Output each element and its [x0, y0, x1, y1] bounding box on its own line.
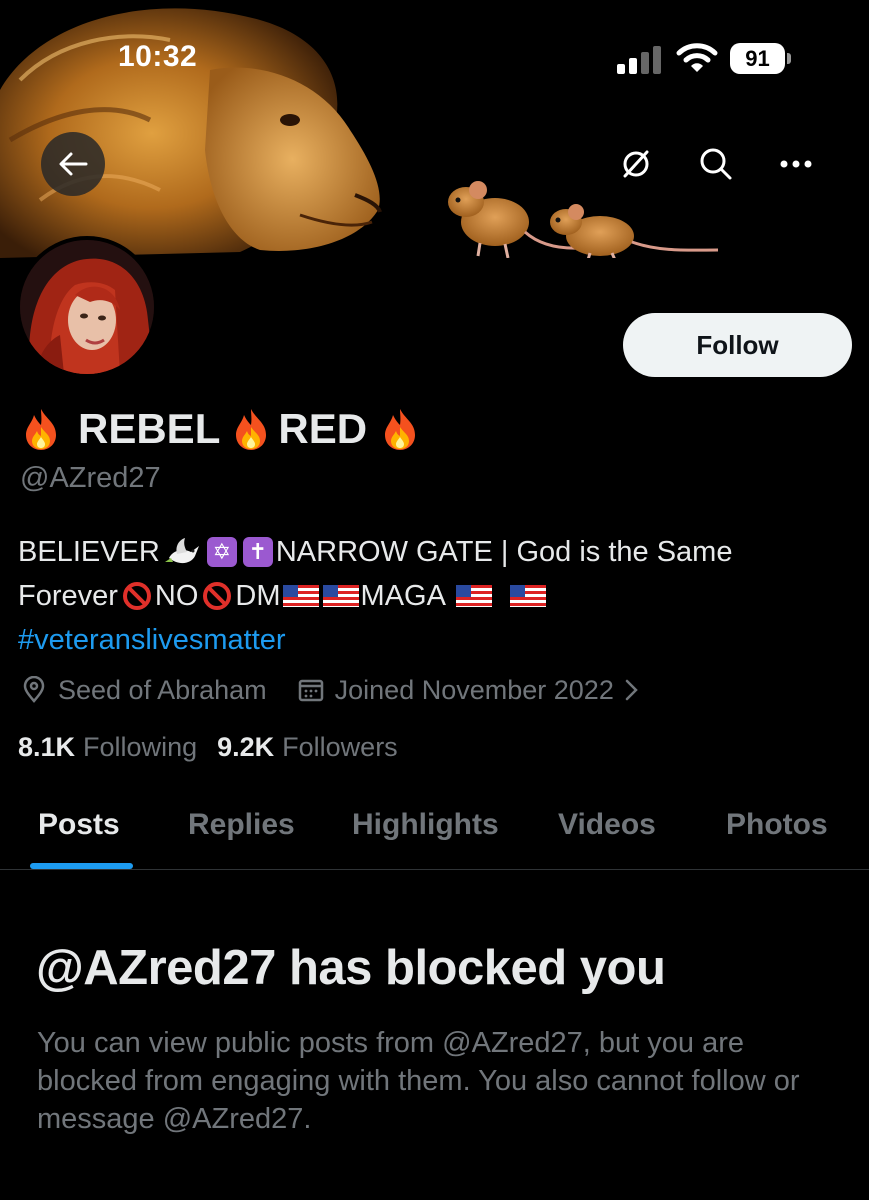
- profile-joined[interactable]: Joined November 2022: [297, 675, 642, 706]
- notifications-off-button[interactable]: [604, 132, 668, 196]
- prohibited-emoji-icon: [203, 582, 232, 610]
- followers-count: 9.2K: [217, 732, 275, 762]
- blocked-title: @AZred27 has blocked you: [36, 941, 666, 995]
- joined-text: Joined November 2022: [334, 674, 614, 705]
- blocked-description: You can view public posts from @AZred27,…: [37, 1027, 800, 1135]
- more-button[interactable]: [764, 132, 828, 196]
- status-time: 10:32: [118, 40, 198, 73]
- battery-level: 91: [745, 46, 770, 71]
- us-flag-emoji-icon: [509, 585, 546, 607]
- hashtag-link[interactable]: #veteranslivesmatter: [18, 618, 286, 662]
- profile-banner[interactable]: [0, 0, 869, 258]
- tab-replies[interactable]: Replies: [188, 808, 295, 842]
- search-icon: [700, 148, 732, 180]
- latin-cross-emoji-icon: ✝: [242, 537, 273, 567]
- followers-stat[interactable]: 9.2K Followers: [217, 732, 398, 763]
- chevron-right-icon: [625, 679, 638, 701]
- bio-text: NO: [154, 580, 199, 612]
- location-text: Seed of Abraham: [58, 674, 267, 705]
- followers-label: Followers: [282, 732, 398, 762]
- tab-videos[interactable]: Videos: [558, 808, 656, 842]
- bio-text: NARROW GATE | God is the Same: [275, 536, 733, 568]
- prohibited-emoji-icon: [122, 582, 151, 610]
- bio-text: Forever: [18, 580, 118, 612]
- location-pin-icon: [23, 676, 45, 703]
- wifi-icon: [676, 42, 718, 74]
- profile-tabs: Posts Replies Highlights Videos Photos: [0, 790, 869, 870]
- notifications-off-icon: [623, 150, 649, 178]
- avatar-image: [20, 240, 154, 374]
- tab-posts[interactable]: Posts: [38, 808, 120, 842]
- banner-image: [0, 8, 719, 258]
- bio-text: DM: [235, 580, 281, 612]
- arrow-left-icon: [59, 152, 88, 176]
- battery-icon: 91: [730, 43, 791, 75]
- display-name-part-1: REBEL: [78, 405, 221, 452]
- display-name-part-2: RED: [278, 405, 368, 452]
- display-name: REBEL RED: [22, 400, 419, 458]
- us-flag-emoji-icon: [282, 585, 319, 607]
- avatar[interactable]: [16, 236, 158, 378]
- back-button[interactable]: [41, 132, 105, 196]
- follow-stats: 8.1K Following 9.2K Followers: [18, 732, 418, 763]
- dove-emoji-icon: [164, 538, 199, 564]
- calendar-icon: [298, 679, 323, 702]
- following-label: Following: [83, 732, 198, 762]
- bio-text: MAGA: [360, 580, 446, 612]
- active-tab-indicator: [30, 863, 133, 869]
- profile-meta: Seed of Abraham Joined November 2022: [20, 672, 642, 708]
- fire-emoji-icon: [385, 409, 416, 450]
- search-button[interactable]: [684, 132, 748, 196]
- cellular-signal-icon: [617, 46, 663, 74]
- profile-location: Seed of Abraham: [20, 675, 267, 706]
- fire-emoji-icon: [26, 409, 56, 450]
- profile-handle: @AZred27: [20, 462, 161, 494]
- follow-button[interactable]: Follow: [623, 313, 852, 377]
- bio-text: BELIEVER: [18, 536, 160, 568]
- tab-highlights[interactable]: Highlights: [352, 808, 499, 842]
- following-stat[interactable]: 8.1K Following: [18, 732, 197, 763]
- profile-bio: BELIEVER ✡ ✝ NARROW GATE | God is the Sa…: [18, 530, 858, 662]
- star-of-david-emoji-icon: ✡: [206, 537, 237, 567]
- fire-emoji-icon: [236, 409, 267, 450]
- more-icon: [780, 160, 812, 168]
- tab-photos[interactable]: Photos: [726, 808, 828, 842]
- us-flag-emoji-icon: [322, 585, 359, 607]
- us-flag-emoji-icon: [455, 585, 492, 607]
- following-count: 8.1K: [18, 732, 76, 762]
